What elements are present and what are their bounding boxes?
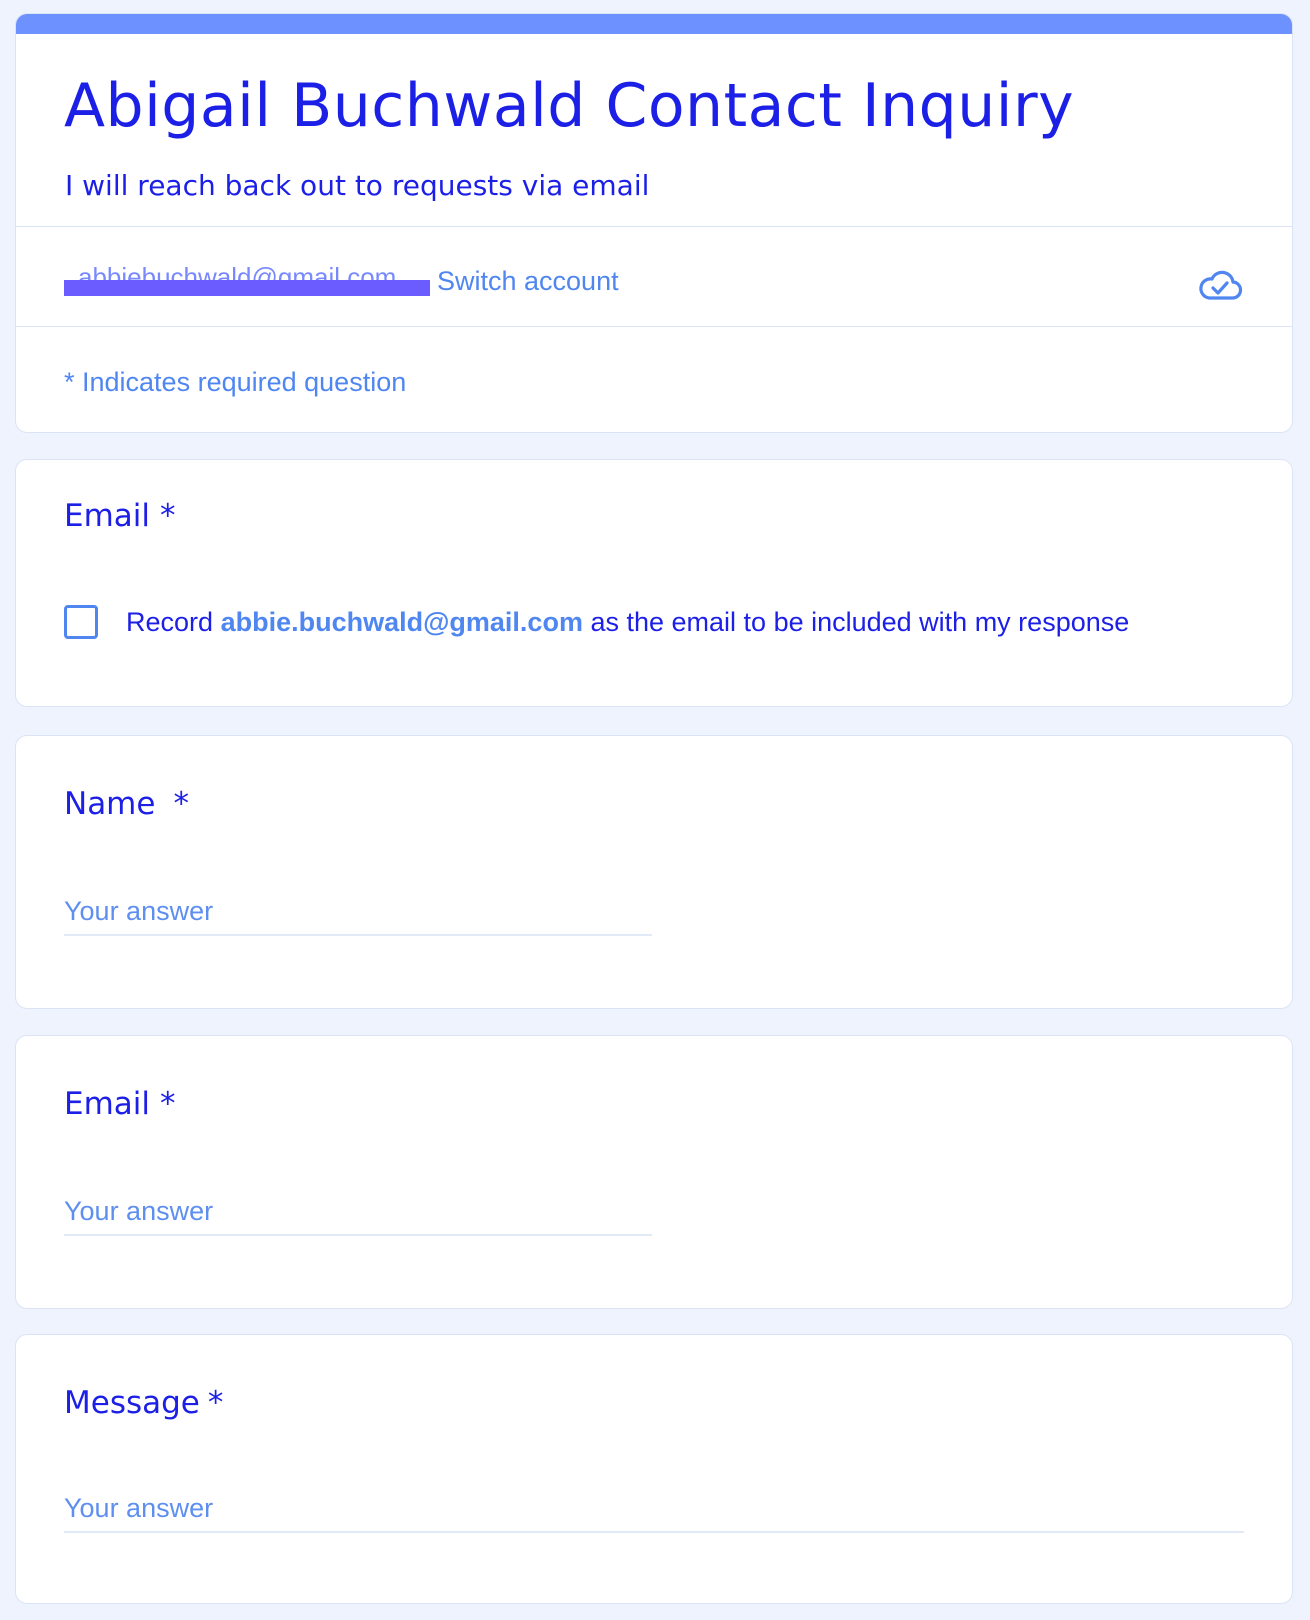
- question-title-text: Message: [64, 1385, 200, 1421]
- email-answer-input[interactable]: [64, 1188, 652, 1236]
- required-asterisk: *: [173, 786, 189, 822]
- required-asterisk: *: [207, 1385, 224, 1421]
- form-header-card: Abigail Buchwald Contact Inquiry I will …: [15, 13, 1293, 433]
- required-question-note: * Indicates required question: [64, 367, 407, 397]
- cloud-check-icon[interactable]: [1196, 265, 1244, 305]
- redaction-bar: [64, 280, 430, 296]
- question-title-text: Email: [64, 498, 151, 534]
- question-card-email: Email *: [15, 1035, 1293, 1309]
- question-card-name: Name *: [15, 735, 1293, 1009]
- record-email-address: abbie.buchwald@gmail.com: [220, 607, 583, 637]
- question-card-message: Message *: [15, 1334, 1293, 1604]
- header-divider: [16, 226, 1292, 227]
- question-title: Email *: [64, 496, 176, 536]
- message-answer-input[interactable]: [64, 1485, 1244, 1533]
- account-divider: [16, 326, 1292, 327]
- record-email-label[interactable]: Record abbie.buchwald@gmail.com as the e…: [126, 602, 1129, 642]
- account-email-redacted: abbiebuchwald@gmail.com: [64, 262, 430, 298]
- question-title: Name *: [64, 784, 189, 824]
- record-suffix: as the email to be included with my resp…: [590, 607, 1130, 637]
- header-accent-band: [16, 14, 1292, 34]
- question-card-email-record: Email * Record abbie.buchwald@gmail.com a…: [15, 459, 1293, 707]
- record-email-checkbox[interactable]: [64, 605, 98, 639]
- form-description: I will reach back out to requests via em…: [65, 169, 650, 202]
- question-title: Email *: [64, 1084, 176, 1124]
- question-title-text: Email: [64, 1086, 151, 1122]
- switch-account-link[interactable]: Switch account: [437, 261, 619, 301]
- required-asterisk: *: [160, 1086, 176, 1122]
- record-prefix: Record: [126, 607, 214, 637]
- question-title-text: Name: [64, 786, 156, 822]
- required-asterisk: *: [160, 498, 176, 534]
- name-answer-input[interactable]: [64, 888, 652, 936]
- question-title: Message *: [64, 1383, 223, 1423]
- form-title: Abigail Buchwald Contact Inquiry: [64, 71, 1075, 141]
